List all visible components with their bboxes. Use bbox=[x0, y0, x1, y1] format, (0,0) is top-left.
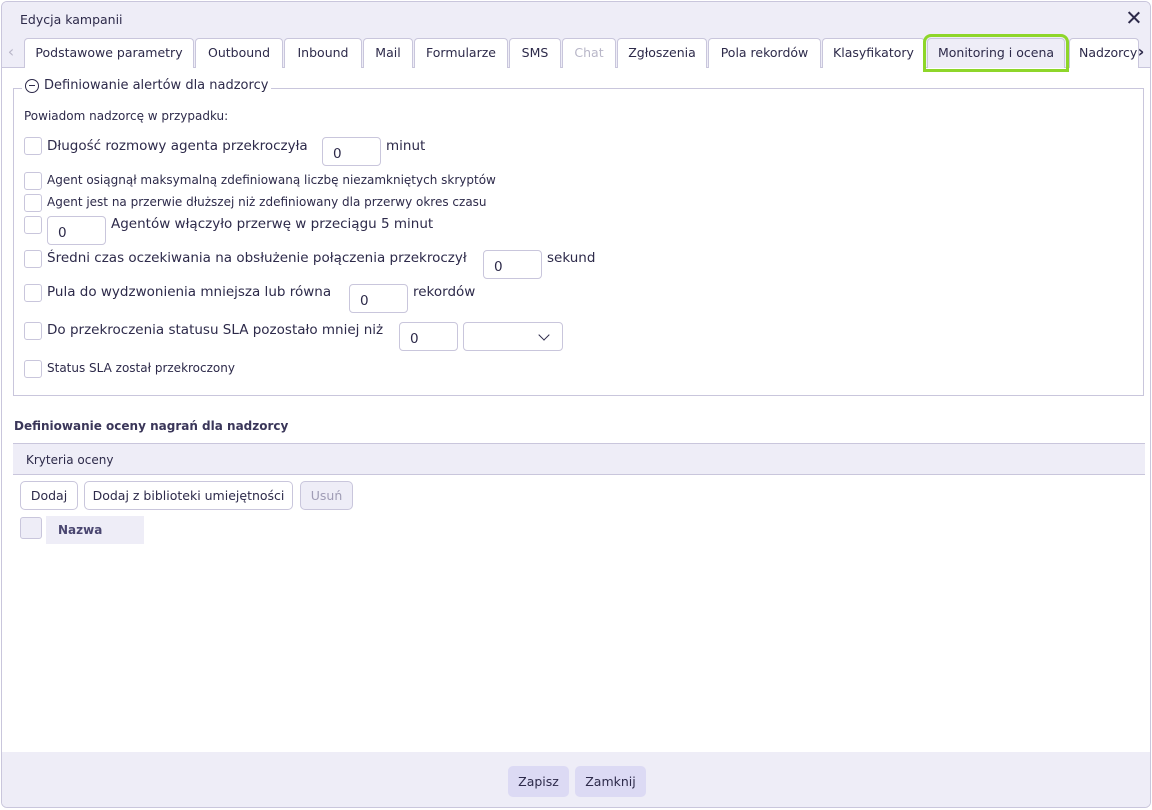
call-length-input[interactable]: 0 bbox=[322, 137, 381, 166]
tab-bar: ‹ Podstawowe parametry Outbound Inbound … bbox=[2, 34, 1150, 72]
avg-wait-input[interactable]: 0 bbox=[483, 250, 542, 279]
call-length-checkbox[interactable] bbox=[24, 137, 42, 155]
sla-exceeded-label: Status SLA został przekroczony bbox=[47, 361, 235, 375]
unclosed-scripts-label: Agent osiągnął maksymalną zdefiniowaną l… bbox=[47, 173, 496, 187]
tab-mail[interactable]: Mail bbox=[363, 38, 413, 68]
alerts-legend-label: Definiowanie alertów dla nadzorcy bbox=[44, 78, 269, 93]
avg-wait-checkbox[interactable] bbox=[24, 250, 42, 268]
unclosed-scripts-checkbox[interactable] bbox=[24, 172, 42, 190]
sla-exceeded-checkbox[interactable] bbox=[24, 360, 42, 378]
title-bar: Edycja kampanii bbox=[2, 2, 1150, 36]
sla-remaining-label: Do przekroczenia statusu SLA pozostało m… bbox=[47, 322, 384, 338]
tab-classifiers[interactable]: Klasyfikatory bbox=[822, 38, 925, 68]
agents-break-checkbox[interactable] bbox=[24, 216, 42, 234]
save-button[interactable]: Zapisz bbox=[508, 766, 569, 797]
avg-wait-unit: sekund bbox=[547, 250, 596, 266]
tab-forms[interactable]: Formularze bbox=[414, 38, 508, 68]
agents-break-input[interactable]: 0 bbox=[47, 216, 106, 245]
evaluation-section-title: Definiowanie oceny nagrań dla nadzorcy bbox=[14, 419, 289, 433]
select-all-checkbox[interactable] bbox=[20, 517, 42, 539]
tab-inbound[interactable]: Inbound bbox=[284, 38, 362, 68]
tab-record-fields[interactable]: Pola rekordów bbox=[708, 38, 821, 68]
tab-supervisors[interactable]: Nadzorcy bbox=[1069, 38, 1139, 68]
call-length-label: Długość rozmowy agenta przekroczyła bbox=[47, 138, 308, 154]
close-icon[interactable] bbox=[1124, 8, 1144, 28]
pool-unit: rekordów bbox=[413, 284, 476, 300]
avg-wait-label: Średni czas oczekiwania na obsłużenie po… bbox=[47, 250, 467, 266]
long-break-label: Agent jest na przerwie dłuższej niż zdef… bbox=[47, 195, 487, 209]
sla-unit-select[interactable] bbox=[463, 322, 563, 351]
agents-break-label: Agentów włączyło przerwę w przeciągu 5 m… bbox=[111, 216, 434, 232]
chevron-left-icon[interactable]: ‹ bbox=[4, 42, 18, 62]
pool-label: Pula do wydzwonienia mniejsza lub równa bbox=[47, 284, 332, 300]
alerts-legend[interactable]: Definiowanie alertów dla nadzorcy bbox=[22, 78, 272, 93]
dialog-title: Edycja kampanii bbox=[20, 12, 123, 27]
alerts-fieldset bbox=[13, 88, 1144, 396]
sla-remaining-checkbox[interactable] bbox=[24, 322, 42, 340]
tab-sms[interactable]: SMS bbox=[509, 38, 561, 68]
sla-remaining-input[interactable]: 0 bbox=[399, 322, 458, 351]
tab-tickets[interactable]: Zgłoszenia bbox=[617, 38, 707, 68]
tab-basic-params[interactable]: Podstawowe parametry bbox=[24, 38, 194, 68]
close-button[interactable]: Zamknij bbox=[575, 766, 646, 797]
pool-checkbox[interactable] bbox=[24, 284, 42, 302]
tab-chat: Chat bbox=[562, 38, 616, 68]
dialog-footer: Zapisz Zamknij bbox=[2, 752, 1150, 807]
collapse-icon[interactable] bbox=[25, 78, 39, 93]
chevron-right-icon[interactable]: › bbox=[1134, 42, 1148, 62]
tab-monitoring-evaluation[interactable]: Monitoring i ocena bbox=[923, 34, 1069, 72]
alerts-intro: Powiadom nadzorcę w przypadku: bbox=[24, 109, 229, 123]
criteria-grid-header: Kryteria oceny bbox=[13, 443, 1145, 475]
long-break-checkbox[interactable] bbox=[24, 194, 42, 212]
add-from-library-button[interactable]: Dodaj z biblioteki umiejętności bbox=[84, 481, 293, 510]
column-header-name[interactable]: Nazwa bbox=[46, 516, 144, 544]
add-button[interactable]: Dodaj bbox=[20, 481, 78, 510]
tab-outbound[interactable]: Outbound bbox=[195, 38, 283, 68]
call-length-unit: minut bbox=[386, 138, 426, 154]
chevron-down-icon bbox=[538, 329, 550, 341]
pool-input[interactable]: 0 bbox=[349, 284, 408, 313]
campaign-edit-dialog: Edycja kampanii ‹ Podstawowe parametry O… bbox=[1, 1, 1151, 808]
remove-button: Usuń bbox=[300, 481, 353, 510]
